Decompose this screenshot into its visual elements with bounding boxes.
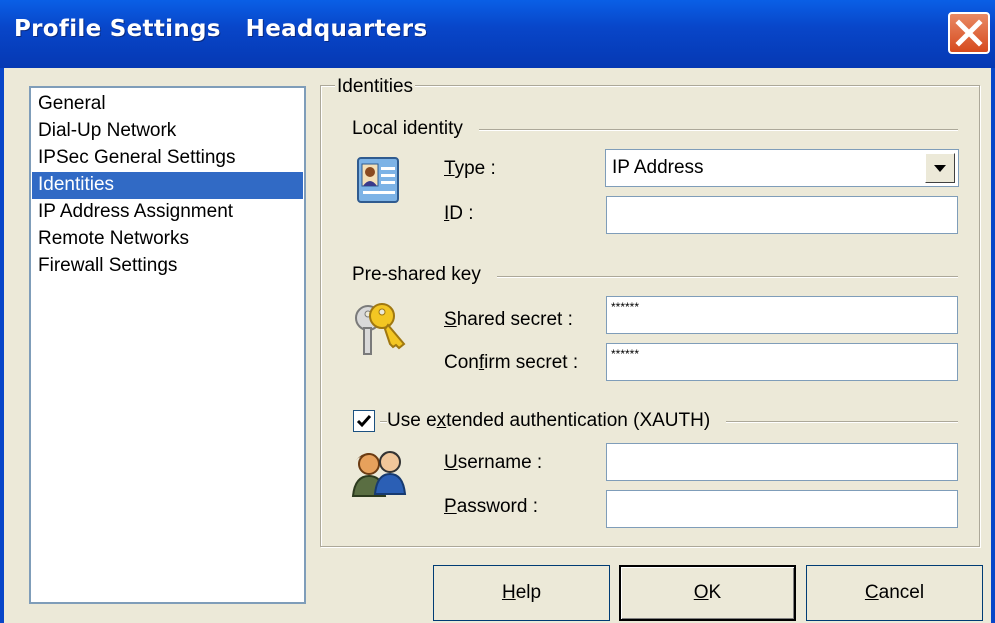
nav-item-ip-address-assignment[interactable]: IP Address Assignment: [32, 199, 303, 226]
password-label: Password :: [444, 496, 538, 518]
nav-item-label: Firewall Settings: [38, 255, 178, 276]
cancel-button[interactable]: Cancel: [806, 565, 983, 621]
cancel-button-mnemonic: C: [864, 582, 879, 603]
username-label-mnemonic: U: [444, 452, 458, 473]
type-select[interactable]: IP Address: [605, 149, 959, 187]
ok-button[interactable]: OK: [619, 565, 796, 621]
dropdown-arrow-icon[interactable]: [925, 153, 955, 183]
cancel-button-rest: ancel: [878, 582, 925, 603]
titlebar[interactable]: Profile Settings Headquarters: [0, 0, 995, 68]
confirm-secret-label-pre: Con: [444, 352, 479, 373]
xauth-checkbox[interactable]: [353, 410, 375, 432]
username-label: Username :: [444, 452, 542, 474]
shared-secret-label-rest: hared secret :: [456, 309, 573, 330]
nav-item-label: Dial-Up Network: [38, 120, 177, 141]
nav-item-identities[interactable]: Identities: [32, 172, 303, 199]
close-icon: [955, 19, 983, 47]
shared-secret-label-mnemonic: S: [444, 309, 457, 330]
password-label-mnemonic: P: [444, 496, 457, 517]
keys-icon: [355, 303, 406, 355]
confirm-secret-field[interactable]: ******: [606, 343, 958, 381]
type-select-value: IP Address: [612, 157, 704, 178]
nav-item-label: IP Address Assignment: [38, 201, 234, 222]
nav-item-firewall-settings[interactable]: Firewall Settings: [32, 253, 303, 280]
nav-item-general[interactable]: General: [32, 91, 303, 118]
type-label-rest: ype :: [454, 158, 496, 179]
checkmark-icon: [356, 415, 372, 428]
help-button-mnemonic: H: [501, 582, 516, 603]
username-field[interactable]: [606, 443, 958, 481]
username-label-rest: sername :: [457, 452, 543, 473]
confirm-secret-label-rest: irm secret :: [484, 352, 579, 373]
password-label-rest: assword :: [456, 496, 538, 517]
profile-sections-list[interactable]: General Dial-Up Network IPSec General Se…: [29, 86, 306, 604]
help-button[interactable]: Help: [433, 565, 610, 621]
nav-item-label: Identities: [38, 174, 115, 195]
type-label: Type :: [444, 158, 496, 180]
window-title: Profile Settings Headquarters: [14, 16, 428, 42]
users-icon: [351, 451, 407, 497]
id-label: ID :: [444, 203, 474, 225]
nav-item-label: IPSec General Settings: [38, 147, 236, 168]
xauth-label-pre: Use e: [387, 410, 437, 431]
xauth-label-rest: tended authentication (XAUTH): [446, 410, 711, 431]
xauth-label[interactable]: Use extended authentication (XAUTH): [387, 410, 727, 432]
local-identity-title: Local identity: [352, 118, 479, 140]
shared-secret-label: Shared secret :: [444, 309, 573, 331]
id-label-rest: D :: [449, 203, 474, 224]
type-label-mnemonic: T: [444, 158, 455, 179]
identities-groupbox-title: Identities: [335, 76, 416, 98]
password-field[interactable]: [606, 490, 958, 528]
preshared-key-title: Pre-shared key: [352, 264, 497, 286]
ok-button-rest: K: [708, 582, 722, 603]
confirm-secret-label: Confirm secret :: [444, 352, 578, 374]
xauth-label-mnemonic: x: [436, 410, 447, 431]
id-field[interactable]: [606, 196, 958, 234]
shared-secret-field[interactable]: ******: [606, 296, 958, 334]
ok-button-mnemonic: O: [693, 582, 709, 603]
close-button[interactable]: [948, 12, 990, 54]
nav-item-remote-networks[interactable]: Remote Networks: [32, 226, 303, 253]
nav-item-label: General: [38, 93, 106, 114]
nav-item-dial-up-network[interactable]: Dial-Up Network: [32, 118, 303, 145]
nav-item-label: Remote Networks: [38, 228, 189, 249]
help-button-rest: elp: [515, 582, 542, 603]
id-card-icon: [357, 157, 399, 203]
nav-item-ipsec-general-settings[interactable]: IPSec General Settings: [32, 145, 303, 172]
